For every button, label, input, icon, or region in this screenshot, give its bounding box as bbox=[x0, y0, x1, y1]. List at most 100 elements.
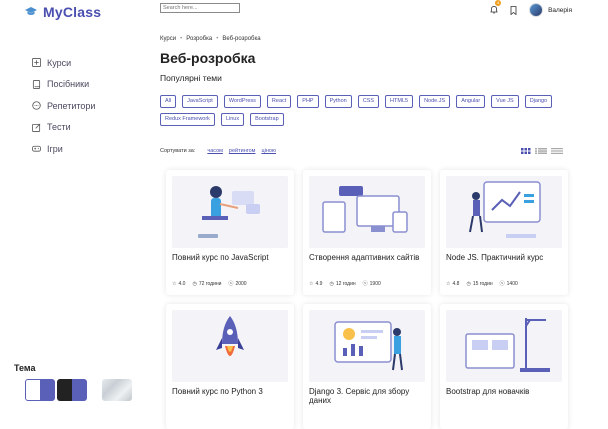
course-illustration bbox=[172, 176, 288, 248]
compact-list-icon[interactable] bbox=[551, 148, 563, 154]
clock-icon: ◷ bbox=[192, 280, 197, 287]
course-grid: Повний курс по JavaScript ☆ 4.0 ◷ 72 годин… bbox=[166, 170, 568, 429]
breadcrumb-separator: • bbox=[180, 36, 183, 42]
gamepad-icon bbox=[32, 146, 41, 152]
tag-php[interactable]: PHP bbox=[297, 95, 319, 108]
star-icon: ☆ bbox=[309, 280, 314, 287]
sidebar: MyClass Курси Посібники Репетитори Тести… bbox=[0, 0, 148, 402]
course-illustration bbox=[446, 310, 562, 382]
course-card[interactable]: Створення адаптивних сайтів ☆ 4.9 ◷ 12 год… bbox=[303, 170, 431, 295]
breadcrumb-item[interactable]: Розробка bbox=[186, 36, 212, 42]
sort-bar: Сортувати за: часом рейтингом ціною bbox=[160, 148, 276, 154]
sidebar-item-label: Курси bbox=[47, 57, 72, 68]
header-user-area: 4 Валерія bbox=[490, 0, 572, 19]
sort-by-time[interactable]: часом bbox=[207, 148, 223, 154]
course-meta: ☆ 4.8 ◷ 15 годин ⓢ 1400 bbox=[446, 280, 562, 288]
tag-react[interactable]: React bbox=[266, 95, 292, 108]
star-icon: ☆ bbox=[172, 280, 177, 287]
plus-square-icon bbox=[32, 58, 41, 68]
course-title: Bootstrap для новачків bbox=[446, 387, 530, 396]
course-duration: 12 годин bbox=[335, 280, 356, 287]
theme-title: Тема bbox=[14, 363, 36, 373]
avatar bbox=[529, 3, 544, 17]
theme-light-swatch[interactable] bbox=[25, 379, 55, 401]
course-rating: 4.8 bbox=[452, 280, 460, 287]
tag-redux[interactable]: Redux Framework bbox=[160, 113, 215, 126]
course-card[interactable]: Повний курс по JavaScript ☆ 4.0 ◷ 72 годин… bbox=[166, 170, 294, 295]
course-title: Повний курс по Python 3 bbox=[172, 387, 263, 396]
view-switcher bbox=[521, 148, 563, 154]
course-duration: 15 годин bbox=[472, 280, 493, 287]
course-rating: 4.9 bbox=[315, 280, 323, 287]
course-title: Повний курс по JavaScript bbox=[172, 253, 269, 262]
sidebar-item-guides[interactable]: Посібники bbox=[32, 74, 95, 96]
course-duration: 72 години bbox=[198, 280, 222, 287]
main-content: 4 Валерія Курси• Розробка• Веб-розробка … bbox=[148, 0, 608, 429]
tag-javascript[interactable]: JavaScript bbox=[182, 95, 218, 108]
course-illustration bbox=[172, 310, 288, 382]
sidebar-nav: Курси Посібники Репетитори Тести Ігри bbox=[32, 52, 95, 160]
bell-icon bbox=[490, 6, 498, 14]
course-price: 1900 bbox=[369, 280, 381, 287]
course-illustration bbox=[446, 176, 562, 248]
tag-vuejs[interactable]: Vue JS bbox=[491, 95, 519, 108]
price-icon: ⓢ bbox=[499, 281, 505, 287]
user-name: Валерія bbox=[548, 6, 572, 14]
price-icon: ⓢ bbox=[362, 281, 368, 287]
logo[interactable]: MyClass bbox=[24, 4, 101, 20]
course-price: 2000 bbox=[235, 280, 247, 287]
course-card[interactable]: Django 3. Сервіс для збору даних bbox=[303, 304, 431, 429]
course-illustration bbox=[309, 176, 425, 248]
graduation-cap-icon bbox=[25, 7, 37, 15]
sort-by-rating[interactable]: рейтингом bbox=[229, 148, 256, 154]
sidebar-item-label: Ігри bbox=[47, 143, 63, 154]
clock-icon: ◷ bbox=[466, 280, 471, 287]
sort-label: Сортувати за: bbox=[160, 148, 196, 154]
chat-icon bbox=[32, 101, 41, 110]
clock-icon: ◷ bbox=[329, 280, 334, 287]
course-title: Django 3. Сервіс для збору даних bbox=[309, 387, 410, 405]
popular-topics-label: Популярні теми bbox=[160, 73, 222, 83]
notification-badge: 4 bbox=[495, 0, 502, 6]
course-illustration bbox=[309, 310, 425, 382]
sidebar-item-courses[interactable]: Курси bbox=[32, 52, 95, 74]
sidebar-item-label: Посібники bbox=[47, 79, 90, 90]
course-meta: ☆ 4.0 ◷ 72 години ⓢ 2000 bbox=[172, 280, 288, 288]
star-icon: ☆ bbox=[446, 280, 451, 287]
user-menu[interactable]: Валерія bbox=[529, 3, 572, 17]
course-card[interactable]: Bootstrap для новачків bbox=[440, 304, 568, 429]
sidebar-item-tests[interactable]: Тести bbox=[32, 117, 95, 139]
course-card[interactable]: Node JS. Практичний курс ☆ 4.8 ◷ 15 годин … bbox=[440, 170, 568, 295]
tag-html5[interactable]: HTML5 bbox=[385, 95, 414, 108]
tag-python[interactable]: Python bbox=[324, 95, 352, 108]
course-price: 1400 bbox=[506, 280, 518, 287]
sidebar-item-label: Тести bbox=[47, 122, 71, 133]
app-name: MyClass bbox=[43, 4, 102, 20]
price-icon: ⓢ bbox=[228, 281, 234, 287]
grid-view-icon[interactable] bbox=[521, 148, 531, 154]
breadcrumb-separator: • bbox=[216, 36, 219, 42]
notifications-button[interactable]: 4 bbox=[490, 0, 502, 19]
tag-all[interactable]: All bbox=[160, 95, 177, 108]
sidebar-item-games[interactable]: Ігри bbox=[32, 138, 95, 160]
book-icon bbox=[32, 79, 41, 89]
tag-nodejs[interactable]: Node.JS bbox=[419, 95, 451, 108]
theme-dark-swatch[interactable] bbox=[57, 379, 87, 401]
breadcrumb-item[interactable]: Курси bbox=[160, 36, 176, 42]
theme-marble-swatch[interactable] bbox=[102, 379, 132, 401]
sidebar-item-tutors[interactable]: Репетитори bbox=[32, 95, 95, 117]
bookmark-icon[interactable] bbox=[510, 5, 517, 15]
tag-wordpress[interactable]: WordPress bbox=[223, 95, 261, 108]
tag-bootstrap[interactable]: Bootstrap bbox=[250, 113, 284, 126]
sidebar-item-label: Репетитори bbox=[47, 100, 96, 111]
tag-angular[interactable]: Angular bbox=[456, 95, 486, 108]
search-input[interactable] bbox=[160, 3, 240, 13]
course-title: Node JS. Практичний курс bbox=[446, 253, 544, 262]
sort-by-price[interactable]: ціною bbox=[261, 148, 276, 154]
tag-django[interactable]: Django bbox=[524, 95, 553, 108]
breadcrumb: Курси • Розробка • Веб-розробка bbox=[160, 36, 261, 42]
tag-css[interactable]: CSS bbox=[357, 95, 380, 108]
tag-linux[interactable]: Linux bbox=[220, 113, 245, 126]
course-card[interactable]: Повний курс по Python 3 bbox=[166, 304, 294, 429]
list-view-icon[interactable] bbox=[535, 148, 547, 154]
